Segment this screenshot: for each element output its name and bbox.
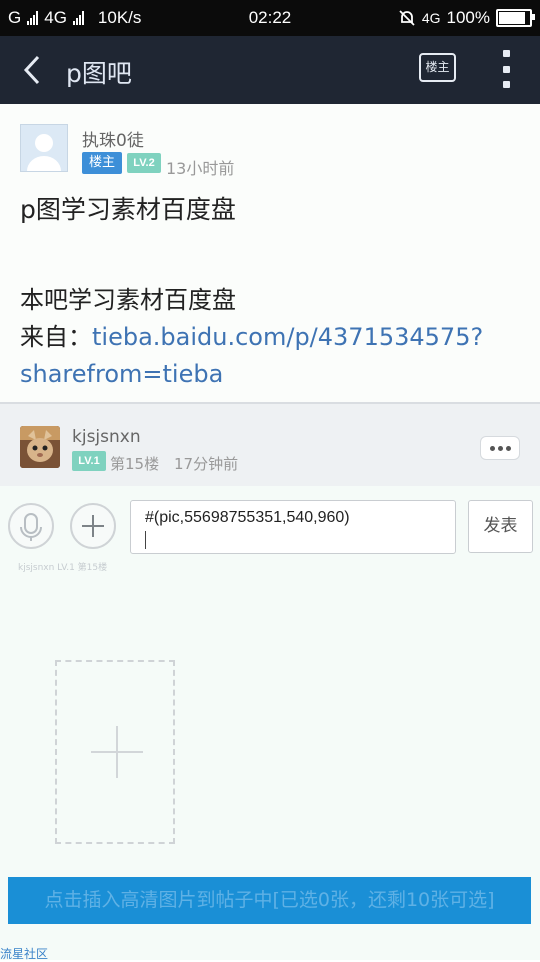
voice-button[interactable]: [8, 503, 54, 549]
only-op-button[interactable]: 楼主: [419, 53, 456, 82]
op-badge: 楼主: [82, 152, 122, 174]
level-badge: LV.1: [72, 451, 106, 471]
post-body: 本吧学习素材百度盘 来自：tieba.baidu.com/p/437153457…: [20, 282, 483, 393]
send-button[interactable]: 发表: [468, 500, 533, 553]
floor-number: 第15楼: [110, 455, 160, 473]
battery-icon: [496, 9, 535, 27]
reply-input-value: #(pic,55698755351,540,960): [145, 509, 350, 526]
forum-title: p图吧: [66, 59, 132, 88]
more-menu-icon[interactable]: [500, 50, 512, 88]
top-nav-bar: p图吧 楼主: [0, 36, 540, 104]
status-bar: G 4G 10K/s 02:22 4G 100%: [0, 0, 540, 36]
avatar[interactable]: [20, 124, 68, 172]
plus-icon: [82, 515, 104, 537]
post-body-line: 本吧学习素材百度盘: [20, 286, 236, 314]
cat-avatar-image: [20, 426, 60, 468]
post-title: p图学习素材百度盘: [20, 195, 236, 224]
attach-button[interactable]: [70, 503, 116, 549]
source-link-cont[interactable]: sharefrom=tieba: [20, 356, 483, 393]
username[interactable]: kjsjsnxn: [72, 427, 141, 447]
mute-bell-icon: [399, 10, 415, 26]
network-label-3: 4G: [421, 10, 441, 26]
reply-post: kjsjsnxn LV.1 第15楼 17分钟前: [0, 404, 540, 486]
post-time: 13小时前: [166, 159, 235, 178]
status-right: 4G 100%: [398, 8, 535, 28]
ghost-overlay-text: kjsjsnxn LV.1 第15楼: [18, 563, 108, 573]
battery-percent: 100%: [446, 8, 490, 27]
back-arrow-icon[interactable]: [18, 52, 50, 88]
default-avatar-icon: [27, 134, 61, 171]
insert-image-bar[interactable]: 点击插入高清图片到帖子中[已选0张，还剩10张可选]: [8, 877, 531, 924]
microphone-icon: [20, 513, 42, 541]
level-badge: LV.2: [127, 153, 161, 173]
source-label: 来自：: [20, 323, 92, 351]
avatar[interactable]: [20, 426, 60, 468]
battery-fill: [499, 12, 525, 24]
source-link[interactable]: tieba.baidu.com/p/4371534575?: [92, 323, 483, 351]
reply-more-button[interactable]: [480, 436, 520, 460]
username[interactable]: 执珠0徒: [82, 126, 144, 151]
reply-composer: #(pic,55698755351,540,960) 发表 kjsjsnxn L…: [0, 486, 540, 961]
text-caret: [145, 531, 146, 549]
op-post: 执珠0徒 楼主 LV.2 13小时前 p图学习素材百度盘 本吧学习素材百度盘 来…: [0, 104, 540, 402]
watermark-text: 流星社区: [0, 947, 49, 961]
post-source-line: 来自：tieba.baidu.com/p/4371534575?: [20, 319, 483, 356]
reply-input[interactable]: #(pic,55698755351,540,960): [130, 500, 456, 554]
post-time: 17分钟前: [174, 455, 239, 473]
add-photo-slot[interactable]: [55, 660, 175, 844]
